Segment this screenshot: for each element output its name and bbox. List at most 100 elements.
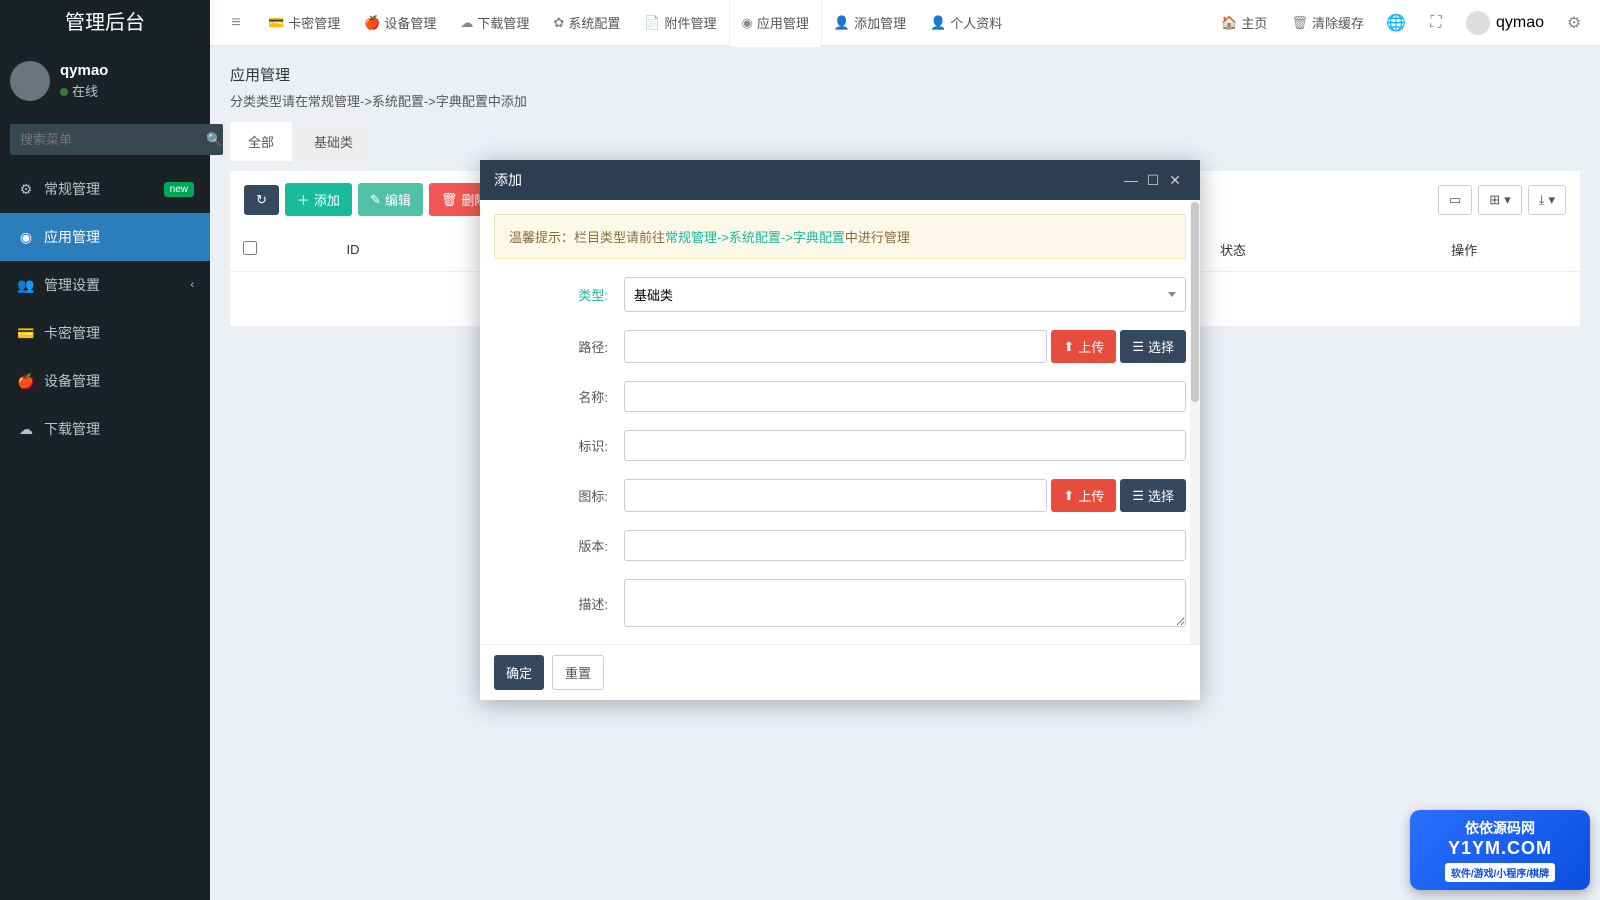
sidebar-item-general[interactable]: ⚙ 常规管理 new xyxy=(0,165,210,213)
lang-button[interactable]: 🌐 xyxy=(1376,0,1416,46)
choose-icon-button[interactable]: ☰选择 xyxy=(1120,479,1186,512)
sidebar-item-label: 常规管理 xyxy=(44,179,100,199)
sidebar-username: qymao xyxy=(60,62,108,79)
online-dot-icon xyxy=(60,88,68,96)
topnav-addadmin[interactable]: 👤添加管理 xyxy=(822,0,918,46)
cog-icon: ✿ xyxy=(553,15,564,31)
file-icon: 📄 xyxy=(644,15,660,31)
tab-all[interactable]: 全部 xyxy=(230,122,292,161)
sidebar-item-label: 设备管理 xyxy=(44,371,100,391)
topnav-download[interactable]: ☁下载管理 xyxy=(448,0,541,46)
tab-basic[interactable]: 基础类 xyxy=(296,122,371,161)
fullscreen-button[interactable]: ⛶ xyxy=(1416,0,1456,46)
view-button[interactable]: ⊞ ▾ xyxy=(1478,185,1521,215)
input-version[interactable] xyxy=(624,530,1186,561)
topnav-attachment[interactable]: 📄附件管理 xyxy=(632,0,728,46)
label-icon: 图标: xyxy=(494,486,624,505)
label-version: 版本: xyxy=(494,536,624,555)
chevron-down-icon xyxy=(1168,292,1176,297)
language-icon: 🌐 xyxy=(1386,13,1406,33)
input-name[interactable] xyxy=(624,381,1186,412)
sidebar-item-device[interactable]: 🍎 设备管理 xyxy=(0,357,210,405)
category-tabs: 全部 基础类 xyxy=(230,122,1580,161)
reset-button[interactable]: 重置 xyxy=(552,655,604,690)
input-path[interactable] xyxy=(624,330,1047,363)
label-type: 类型: xyxy=(494,285,624,304)
th-action[interactable]: 操作 xyxy=(1349,228,1580,272)
card-icon: 💳 xyxy=(268,15,284,31)
topbar-user-button[interactable]: qymao xyxy=(1456,11,1554,35)
topnav-home[interactable]: 🏠主页 xyxy=(1209,0,1279,46)
edit-button[interactable]: ✎编辑 xyxy=(358,183,423,216)
minimize-button[interactable]: — xyxy=(1120,172,1142,188)
columns-button[interactable]: ▭ xyxy=(1438,185,1472,215)
trash-icon: 🗑 xyxy=(441,192,458,208)
refresh-icon: ↻ xyxy=(256,192,267,208)
topnav-profile[interactable]: 👤个人资料 xyxy=(918,0,1014,46)
upload-path-button[interactable]: ⬆上传 xyxy=(1051,330,1116,363)
app-icon: ◉ xyxy=(16,229,36,246)
choose-path-button[interactable]: ☰选择 xyxy=(1120,330,1186,363)
sidebar-item-card[interactable]: 💳 卡密管理 xyxy=(0,309,210,357)
scrollbar-thumb[interactable] xyxy=(1191,202,1199,402)
watermark-badge: 依依源码网 Y1YM.COM 软件/游戏/小程序/棋牌 xyxy=(1410,810,1590,890)
topbar: ≡ 💳卡密管理 🍎设备管理 ☁下载管理 ✿系统配置 📄附件管理 ◉应用管理 👤添… xyxy=(210,0,1600,46)
select-type[interactable]: 基础类 xyxy=(624,277,1186,312)
settings-gear-button[interactable]: ⚙ xyxy=(1554,0,1594,46)
topnav-card[interactable]: 💳卡密管理 xyxy=(256,0,352,46)
export-icon: ⤓ xyxy=(1539,192,1545,208)
export-button[interactable]: ⤓ ▾ xyxy=(1528,185,1566,215)
label-ident: 标识: xyxy=(494,436,624,455)
page-subtitle: 分类类型请在常规管理->系统配置->字典配置中添加 xyxy=(230,91,1580,110)
upload-icon-button[interactable]: ⬆上传 xyxy=(1051,479,1116,512)
sidebar-item-label: 卡密管理 xyxy=(44,323,100,343)
menu-toggle-button[interactable]: ≡ xyxy=(216,0,256,46)
grid-icon: ⊞ xyxy=(1489,192,1500,208)
input-icon[interactable] xyxy=(624,479,1047,512)
trash-icon: 🗑 xyxy=(1291,15,1308,31)
alert-link[interactable]: 常规管理->系统配置->字典配置 xyxy=(665,230,845,245)
ok-button[interactable]: 确定 xyxy=(494,655,544,690)
modal-header[interactable]: 添加 — ☐ ✕ xyxy=(480,160,1200,200)
th-id[interactable]: ID xyxy=(270,228,436,272)
user-plus-icon: 👤 xyxy=(834,15,850,31)
topbar-username: qymao xyxy=(1496,14,1544,32)
alert-tip: 温馨提示：栏目类型请前往常规管理->系统配置->字典配置中进行管理 xyxy=(494,214,1186,259)
refresh-button[interactable]: ↻ xyxy=(244,185,279,215)
sidebar-item-admin[interactable]: 👥 管理设置 ‹ xyxy=(0,261,210,309)
users-icon: 👥 xyxy=(16,277,36,294)
columns-icon: ▭ xyxy=(1449,192,1461,208)
upload-icon: ⬆ xyxy=(1063,488,1074,504)
home-icon: 🏠 xyxy=(1221,15,1237,31)
app-icon: ◉ xyxy=(742,15,753,31)
input-desc[interactable] xyxy=(624,579,1186,627)
avatar[interactable] xyxy=(10,61,50,101)
add-button[interactable]: ＋添加 xyxy=(285,183,352,216)
add-modal: 添加 — ☐ ✕ 温馨提示：栏目类型请前往常规管理->系统配置->字典配置中进行… xyxy=(480,160,1200,700)
topnav-app[interactable]: ◉应用管理 xyxy=(729,0,822,46)
topnav-device[interactable]: 🍎设备管理 xyxy=(352,0,448,46)
topnav-sysconfig[interactable]: ✿系统配置 xyxy=(541,0,632,46)
search-input[interactable] xyxy=(10,124,206,155)
select-all-checkbox[interactable] xyxy=(243,241,257,255)
maximize-button[interactable]: ☐ xyxy=(1142,172,1164,189)
close-icon: ✕ xyxy=(1169,172,1181,188)
close-button[interactable]: ✕ xyxy=(1164,172,1186,189)
user-icon: 👤 xyxy=(930,15,946,31)
sidebar-item-label: 管理设置 xyxy=(44,275,100,295)
bars-icon: ≡ xyxy=(231,14,240,32)
toolbar-right: ▭ ⊞ ▾ ⤓ ▾ xyxy=(1438,185,1566,215)
topnav-clearcache[interactable]: 🗑清除缓存 xyxy=(1279,0,1376,46)
minimize-icon: — xyxy=(1124,172,1138,188)
pencil-icon: ✎ xyxy=(370,192,381,208)
modal-scrollbar[interactable] xyxy=(1190,200,1200,644)
new-badge: new xyxy=(164,182,194,197)
maximize-icon: ☐ xyxy=(1147,172,1160,188)
sidebar: 管理后台 qymao 在线 🔍 ⚙ 常规管理 new ◉ 应用管理 👥 管理设置… xyxy=(0,0,210,900)
upload-icon: ⬆ xyxy=(1063,339,1074,355)
sidebar-item-download[interactable]: ☁ 下载管理 xyxy=(0,405,210,453)
sidebar-item-app[interactable]: ◉ 应用管理 xyxy=(0,213,210,261)
list-icon: ☰ xyxy=(1132,339,1144,355)
plus-icon: ＋ xyxy=(297,190,310,209)
input-ident[interactable] xyxy=(624,430,1186,461)
